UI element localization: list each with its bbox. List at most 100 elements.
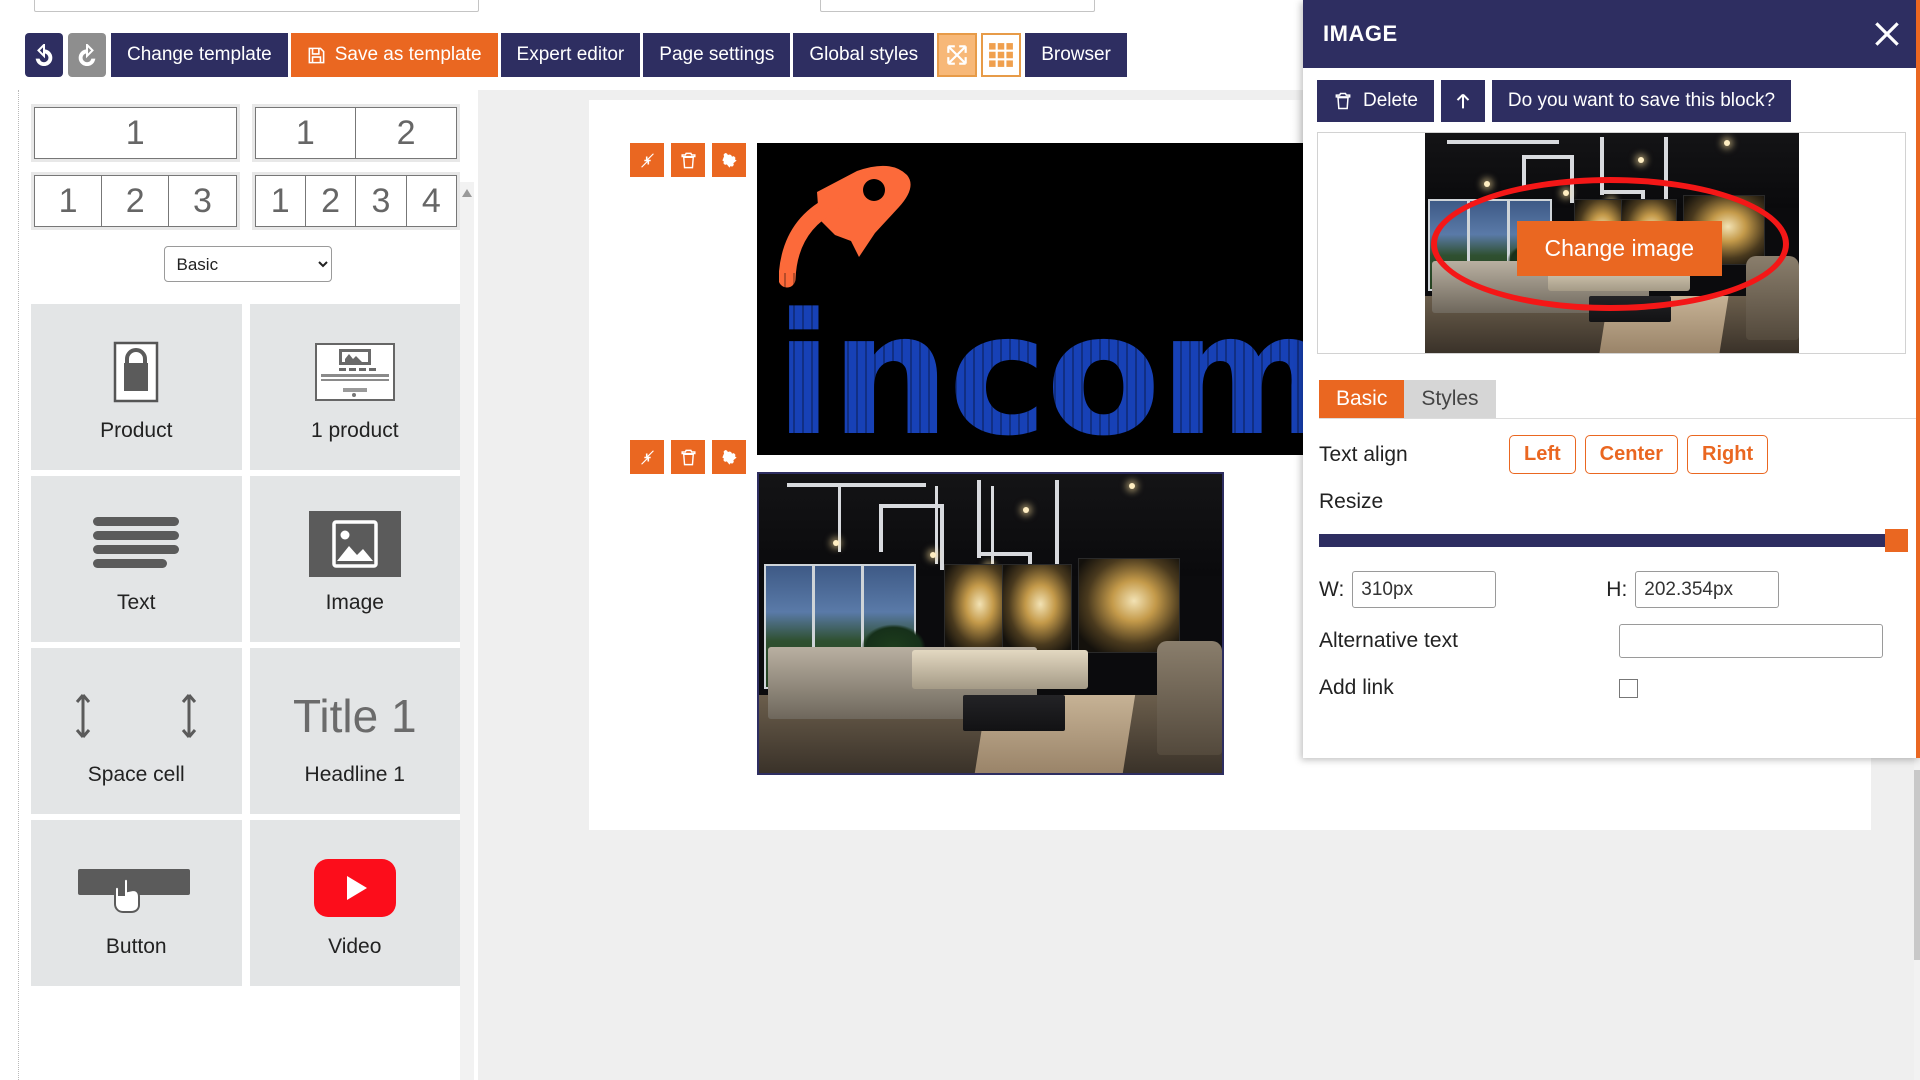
widget-button[interactable]: Button bbox=[31, 820, 242, 986]
template-col: 1 bbox=[254, 175, 306, 227]
undo-icon bbox=[35, 44, 53, 66]
sidebar-scrollbar[interactable] bbox=[460, 182, 474, 1080]
image-preview-thumbnail[interactable]: Change image bbox=[1424, 133, 1799, 353]
widget-label: Video bbox=[328, 935, 382, 958]
height-input[interactable] bbox=[1635, 571, 1780, 608]
align-left-button[interactable]: Left bbox=[1509, 435, 1576, 474]
widget-one-product[interactable]: 1 product bbox=[249, 304, 460, 470]
template-layout-2-column[interactable]: 1 2 bbox=[251, 104, 460, 162]
align-right-button[interactable]: Right bbox=[1687, 435, 1769, 474]
widget-image[interactable]: Image bbox=[249, 476, 460, 642]
page-settings-label: Page settings bbox=[659, 44, 775, 65]
change-image-button[interactable]: Change image bbox=[1516, 221, 1723, 276]
resize-block-button[interactable] bbox=[630, 440, 664, 474]
resize-slider-row bbox=[1303, 529, 1920, 552]
global-styles-button[interactable]: Global styles bbox=[793, 33, 935, 77]
browser-button[interactable]: Browser bbox=[1025, 33, 1127, 77]
settings-block-button[interactable] bbox=[712, 440, 746, 474]
widget-headline-1[interactable]: Title 1 Headline 1 bbox=[249, 648, 460, 814]
template-layout-3-column[interactable]: 1 2 3 bbox=[31, 172, 240, 230]
align-center-button[interactable]: Center bbox=[1584, 435, 1679, 474]
widget-video[interactable]: Video bbox=[249, 820, 460, 986]
resize-block-button[interactable] bbox=[630, 143, 664, 177]
grid-toggle-button[interactable] bbox=[981, 33, 1022, 77]
tab-basic-label: Basic bbox=[1336, 387, 1388, 410]
image-panel-actions: Delete Do you want to save this block? bbox=[1303, 68, 1920, 132]
delete-image-button[interactable]: Delete bbox=[1317, 80, 1434, 122]
template-col: 2 bbox=[305, 175, 357, 227]
diagonal-arrows-icon bbox=[640, 449, 654, 465]
tab-basic[interactable]: Basic bbox=[1319, 380, 1405, 418]
widget-label: Space cell bbox=[87, 763, 185, 786]
change-template-button[interactable]: Change template bbox=[111, 33, 288, 77]
delete-block-button[interactable] bbox=[671, 143, 705, 177]
template-col: 1 bbox=[254, 107, 357, 159]
resize-slider-handle[interactable] bbox=[1885, 529, 1908, 552]
save-block-label: Do you want to save this block? bbox=[1507, 90, 1776, 111]
template-layout-4-column[interactable]: 1 2 3 4 bbox=[251, 172, 460, 230]
widget-space-cell[interactable]: Space cell bbox=[31, 648, 242, 814]
redo-icon bbox=[78, 44, 96, 66]
settings-block-button[interactable] bbox=[712, 143, 746, 177]
close-icon[interactable] bbox=[1870, 17, 1904, 51]
widget-label: Headline 1 bbox=[304, 763, 405, 786]
move-block-up-button[interactable] bbox=[1440, 80, 1485, 122]
tab-styles-label: Styles bbox=[1421, 387, 1479, 410]
fullscreen-icon bbox=[947, 45, 967, 65]
resize-label: Resize bbox=[1319, 490, 1384, 513]
image-panel-title: IMAGE bbox=[1323, 21, 1398, 46]
save-block-button[interactable]: Do you want to save this block? bbox=[1491, 80, 1792, 122]
widget-category-select[interactable]: Basic bbox=[163, 246, 332, 282]
widgets-sidebar: 1 1 2 1 2 3 1 2 3 4 Basic Product 1 prod… bbox=[18, 90, 476, 1080]
delete-block-button[interactable] bbox=[671, 440, 705, 474]
gear-icon bbox=[721, 152, 737, 168]
interior-living-room-photo bbox=[759, 474, 1222, 773]
panel-accent-edge bbox=[1916, 0, 1920, 758]
top-input-field-right[interactable] bbox=[820, 0, 1095, 12]
expert-editor-button[interactable]: Expert editor bbox=[500, 33, 641, 77]
save-as-template-label: Save as template bbox=[334, 44, 482, 65]
template-layout-1-column[interactable]: 1 bbox=[31, 104, 240, 162]
undo-button[interactable] bbox=[25, 33, 63, 77]
alternative-text-row: Alternative text bbox=[1303, 624, 1920, 658]
dimensions-row: W: H: bbox=[1303, 571, 1920, 608]
tab-styles[interactable]: Styles bbox=[1404, 380, 1496, 418]
save-as-template-button[interactable]: Save as template bbox=[290, 33, 498, 77]
trash-icon bbox=[1333, 91, 1353, 111]
add-link-row: Add link bbox=[1303, 676, 1920, 700]
page-scrollbar-thumb[interactable] bbox=[1914, 770, 1920, 960]
widget-product[interactable]: Product bbox=[31, 304, 242, 470]
alternative-text-label: Alternative text bbox=[1319, 629, 1458, 652]
redo-button[interactable] bbox=[68, 33, 106, 77]
image-picture-icon bbox=[308, 503, 401, 585]
template-col: 2 bbox=[356, 107, 457, 159]
image-settings-panel: IMAGE Delete Do you want to save this bl… bbox=[1303, 0, 1920, 758]
logo-image-block[interactable]: incom bbox=[757, 143, 1305, 455]
sidebar-scroll-up-arrow[interactable] bbox=[461, 186, 473, 198]
widget-label: Image bbox=[325, 591, 384, 614]
global-styles-label: Global styles bbox=[809, 44, 919, 65]
fullscreen-toggle-button[interactable] bbox=[937, 33, 978, 77]
template-col: 1 bbox=[34, 107, 237, 159]
align-center-label: Center bbox=[1599, 443, 1664, 465]
resize-row: Resize bbox=[1303, 490, 1920, 514]
resize-slider[interactable] bbox=[1319, 529, 1908, 552]
alternative-text-input[interactable] bbox=[1619, 624, 1883, 658]
widget-label: Text bbox=[116, 591, 156, 614]
width-input[interactable] bbox=[1352, 571, 1497, 608]
text-lines-icon bbox=[90, 503, 182, 585]
vertical-arrows-icon bbox=[61, 675, 211, 757]
widget-text[interactable]: Text bbox=[31, 476, 242, 642]
interior-photo-block[interactable] bbox=[757, 472, 1224, 775]
change-template-label: Change template bbox=[127, 44, 272, 65]
align-right-label: Right bbox=[1702, 443, 1754, 465]
page-settings-button[interactable]: Page settings bbox=[643, 33, 791, 77]
image-preview-container: Change image bbox=[1317, 132, 1906, 354]
gear-icon bbox=[721, 449, 737, 465]
floppy-disk-icon bbox=[307, 46, 326, 65]
one-product-layout-icon bbox=[314, 331, 395, 413]
template-col: 1 bbox=[34, 175, 103, 227]
button-cursor-icon bbox=[76, 847, 196, 929]
add-link-checkbox[interactable] bbox=[1619, 678, 1638, 698]
top-input-field-left[interactable] bbox=[34, 0, 479, 12]
